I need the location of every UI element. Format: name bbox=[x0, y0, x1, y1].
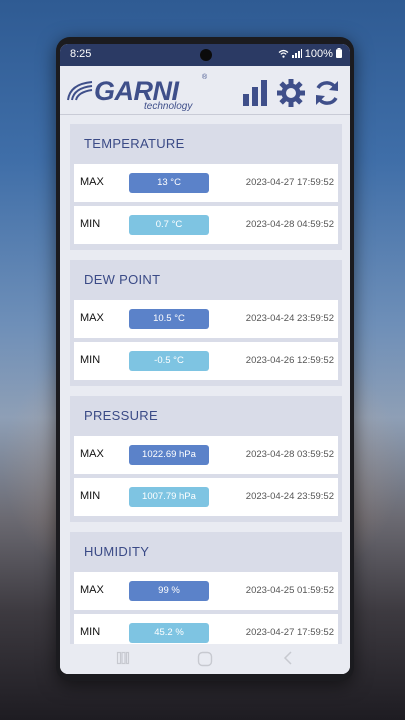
row-timestamp: 2023-04-27 17:59:52 bbox=[245, 177, 334, 188]
pressure-card: PRESSURE MAX 1022.69 hPa 2023-04-28 03:5… bbox=[70, 396, 342, 522]
max-value-badge: 13 °C bbox=[129, 173, 209, 193]
logo-swoosh-icon bbox=[67, 81, 93, 101]
min-value-badge: 1007.79 hPa bbox=[129, 487, 209, 507]
signal-icon bbox=[291, 48, 305, 60]
row-timestamp: 2023-04-26 12:59:52 bbox=[245, 355, 334, 366]
back-icon[interactable] bbox=[282, 651, 294, 668]
refresh-icon[interactable] bbox=[312, 78, 342, 108]
home-icon[interactable] bbox=[197, 651, 213, 670]
card-title: DEW POINT bbox=[84, 272, 161, 287]
max-row[interactable]: MAX 1022.69 hPa 2023-04-28 03:59:52 bbox=[74, 436, 338, 474]
humidity-card: HUMIDITY MAX 99 % 2023-04-25 01:59:52 MI… bbox=[70, 532, 342, 658]
row-label: MIN bbox=[80, 490, 101, 502]
gear-icon[interactable] bbox=[276, 78, 306, 108]
min-value-badge: 0.7 °C bbox=[129, 215, 209, 235]
row-label: MAX bbox=[80, 312, 104, 324]
max-value-badge: 1022.69 hPa bbox=[129, 445, 209, 465]
min-row[interactable]: MIN -0.5 °C 2023-04-26 12:59:52 bbox=[74, 342, 338, 380]
front-camera bbox=[200, 49, 212, 61]
temperature-card: TEMPERATURE MAX 13 °C 2023-04-27 17:59:5… bbox=[70, 124, 342, 250]
battery-icon bbox=[336, 48, 342, 60]
wifi-icon bbox=[278, 48, 292, 60]
card-title: HUMIDITY bbox=[84, 544, 150, 559]
row-label: MAX bbox=[80, 448, 104, 460]
logo-subtitle: technology bbox=[144, 101, 193, 112]
row-timestamp: 2023-04-25 01:59:52 bbox=[245, 585, 334, 596]
logo-registered: ® bbox=[202, 74, 208, 81]
min-value-badge: -0.5 °C bbox=[129, 351, 209, 371]
card-title: TEMPERATURE bbox=[84, 136, 185, 151]
min-row[interactable]: MIN 1007.79 hPa 2023-04-24 23:59:52 bbox=[74, 478, 338, 516]
status-icons: 100% bbox=[278, 48, 342, 60]
row-label: MIN bbox=[80, 218, 101, 230]
garni-logo: GARNI ® technology bbox=[66, 74, 211, 112]
min-value-badge: 45.2 % bbox=[129, 623, 209, 643]
row-timestamp: 2023-04-27 17:59:52 bbox=[245, 627, 334, 638]
max-value-badge: 99 % bbox=[129, 581, 209, 601]
row-label: MAX bbox=[80, 584, 104, 596]
row-timestamp: 2023-04-24 23:59:52 bbox=[245, 491, 334, 502]
row-label: MIN bbox=[80, 626, 101, 638]
row-timestamp: 2023-04-28 03:59:52 bbox=[245, 449, 334, 460]
status-bar: 8:25 100% bbox=[60, 44, 350, 66]
app-header: GARNI ® technology bbox=[60, 66, 350, 115]
status-time: 8:25 bbox=[70, 48, 92, 60]
row-label: MAX bbox=[80, 176, 104, 188]
bar-chart-icon[interactable] bbox=[240, 78, 270, 108]
card-title: PRESSURE bbox=[84, 408, 158, 423]
system-nav-bar bbox=[60, 644, 350, 674]
battery-percent: 100% bbox=[304, 48, 333, 60]
stats-content: TEMPERATURE MAX 13 °C 2023-04-27 17:59:5… bbox=[70, 124, 342, 668]
min-row[interactable]: MIN 0.7 °C 2023-04-28 04:59:52 bbox=[74, 206, 338, 244]
row-timestamp: 2023-04-24 23:59:52 bbox=[245, 313, 334, 324]
max-row[interactable]: MAX 10.5 °C 2023-04-24 23:59:52 bbox=[74, 300, 338, 338]
row-timestamp: 2023-04-28 04:59:52 bbox=[245, 219, 334, 230]
recent-apps-icon[interactable] bbox=[116, 651, 130, 668]
max-row[interactable]: MAX 99 % 2023-04-25 01:59:52 bbox=[74, 572, 338, 610]
app-screen: 8:25 100% GARNI ® technology TEMPERATURE… bbox=[60, 44, 350, 674]
row-label: MIN bbox=[80, 354, 101, 366]
dew-point-card: DEW POINT MAX 10.5 °C 2023-04-24 23:59:5… bbox=[70, 260, 342, 386]
max-value-badge: 10.5 °C bbox=[129, 309, 209, 329]
max-row[interactable]: MAX 13 °C 2023-04-27 17:59:52 bbox=[74, 164, 338, 202]
